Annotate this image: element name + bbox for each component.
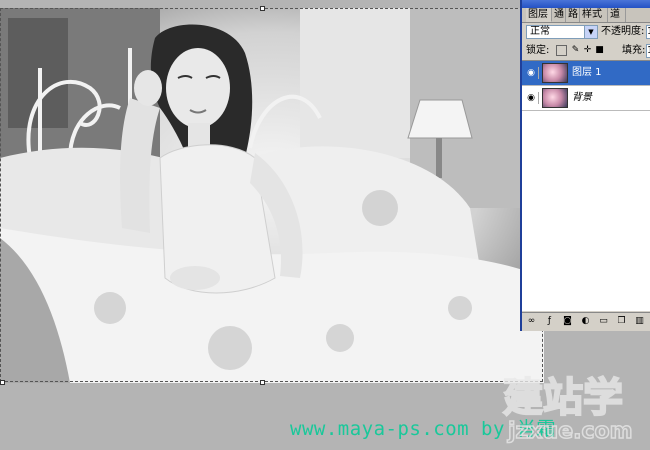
- add-style-icon[interactable]: ƒ: [544, 316, 555, 327]
- layers-panel: 图层 通 路 样式 道 正常 ▼ 不透明度: 1 锁定: ✎ ✛ ■ 填充: 1…: [520, 0, 650, 331]
- opacity-label: 不透明度:: [601, 26, 645, 37]
- lock-all-icon[interactable]: ■: [594, 45, 605, 56]
- lock-label: 锁定:: [526, 45, 550, 56]
- panel-titlebar[interactable]: [522, 0, 650, 8]
- layer-name: 背景: [572, 92, 592, 103]
- layers-list: ◉ 图层 1 ◉ 背景: [522, 60, 650, 311]
- transform-handle-top[interactable]: [260, 6, 265, 11]
- blend-mode-value: 正常: [530, 26, 550, 37]
- eye-icon[interactable]: ◉: [524, 92, 539, 104]
- lock-move-icon[interactable]: ✛: [582, 45, 593, 56]
- tab-paths[interactable]: 路: [566, 8, 580, 22]
- blend-mode-select[interactable]: 正常 ▼: [526, 25, 598, 39]
- transform-handle-bottom-left[interactable]: [0, 380, 5, 385]
- layer-row-background[interactable]: ◉ 背景: [522, 86, 650, 111]
- chevron-down-icon[interactable]: ▼: [584, 26, 597, 38]
- add-mask-icon[interactable]: ◙: [562, 316, 573, 327]
- layers-bottom-bar: ∞ ƒ ◙ ◐ ▭ ❐ ▥: [522, 312, 650, 330]
- fill-label: 填充:: [622, 45, 646, 56]
- fill-field[interactable]: 1: [646, 44, 650, 58]
- new-layer-icon[interactable]: ❐: [616, 316, 627, 327]
- eye-icon[interactable]: ◉: [524, 67, 539, 79]
- lock-brush-icon[interactable]: ✎: [570, 45, 581, 56]
- tab-layers[interactable]: 图层: [526, 8, 552, 22]
- new-group-icon[interactable]: ▭: [598, 316, 609, 327]
- svg-text:jzxue.com: jzxue.com: [507, 419, 633, 444]
- tab-styles[interactable]: 样式: [580, 8, 608, 22]
- document-canvas[interactable]: [0, 8, 544, 383]
- transform-handle-bottom[interactable]: [260, 380, 265, 385]
- delete-layer-icon[interactable]: ▥: [634, 316, 645, 327]
- tab-actions[interactable]: 道: [608, 8, 626, 22]
- opacity-field[interactable]: 1: [646, 25, 650, 39]
- panel-tabs: 图层 通 路 样式 道: [522, 8, 650, 23]
- adjustment-layer-icon[interactable]: ◐: [580, 316, 591, 327]
- svg-text:建站学: 建站学: [503, 375, 623, 421]
- layer-thumbnail: [542, 63, 568, 83]
- layer-row-layer1[interactable]: ◉ 图层 1: [522, 61, 650, 86]
- layer-thumbnail: [542, 88, 568, 108]
- link-icon[interactable]: ∞: [526, 316, 537, 327]
- site-watermark-logo: 建站学 jzxue.com: [502, 374, 633, 445]
- tab-channels[interactable]: 通: [552, 8, 566, 22]
- photo-image: [0, 8, 544, 383]
- layer-name: 图层 1: [572, 67, 602, 78]
- lock-transparency-icon[interactable]: [556, 45, 567, 56]
